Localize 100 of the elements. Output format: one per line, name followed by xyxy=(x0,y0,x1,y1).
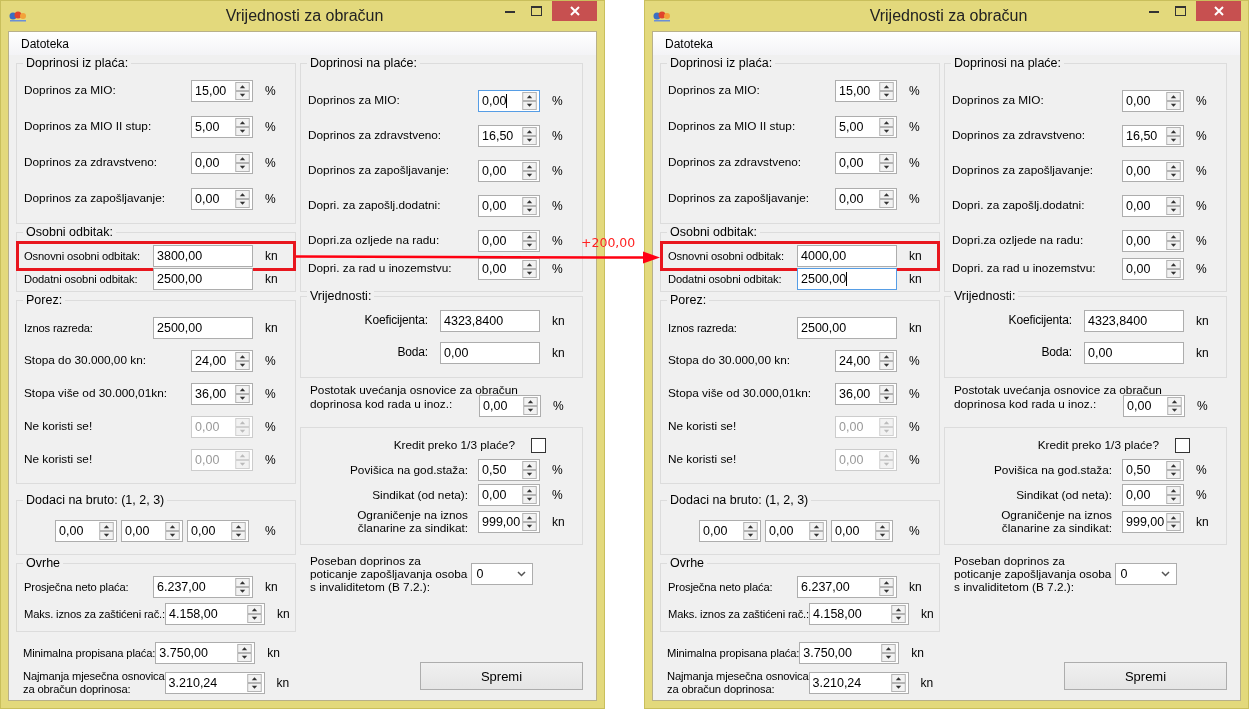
up-down-arrows-icon[interactable] xyxy=(522,513,537,532)
spin-field[interactable]: 0,00 xyxy=(1122,160,1184,182)
up-down-arrows-icon[interactable] xyxy=(1166,486,1181,505)
up-down-arrows-icon[interactable] xyxy=(879,190,894,208)
spin-field[interactable]: 0,00 xyxy=(1122,230,1184,252)
spin-field[interactable]: 0,00 xyxy=(765,520,827,542)
spin-field[interactable]: 4.158,00 xyxy=(809,603,909,625)
spin-field[interactable]: 24,00 xyxy=(835,350,897,372)
up-down-arrows-icon[interactable] xyxy=(1166,461,1181,480)
checkbox[interactable] xyxy=(531,437,546,453)
spin-field[interactable]: 0,00 xyxy=(191,188,253,210)
up-down-arrows-icon[interactable] xyxy=(1166,197,1181,215)
up-down-arrows-icon[interactable] xyxy=(522,486,537,505)
spin-field[interactable]: 5,00 xyxy=(835,116,897,138)
spin-field[interactable]: 24,00 xyxy=(191,350,253,372)
spin-field[interactable]: 0,50 xyxy=(1122,459,1184,482)
text-field[interactable]: 0,00 xyxy=(440,342,540,364)
spin-field[interactable]: 3.210,24 xyxy=(808,671,909,694)
up-down-arrows-icon[interactable] xyxy=(1166,162,1181,180)
spin-field[interactable]: 0,50 xyxy=(478,459,540,482)
spin-field[interactable]: 16,50 xyxy=(1122,125,1184,147)
text-field[interactable]: 4323,8400 xyxy=(1084,310,1184,332)
spin-field[interactable]: 0,00 xyxy=(1122,195,1184,217)
spin-field[interactable]: 0,00 xyxy=(478,160,540,182)
up-down-arrows-icon[interactable] xyxy=(237,644,253,662)
spin-field[interactable]: 0,00 xyxy=(831,520,893,542)
up-down-arrows-icon[interactable] xyxy=(522,197,537,215)
dropdown[interactable]: 0 xyxy=(471,563,534,586)
text-field[interactable]: 2500,00 xyxy=(153,317,253,339)
spin-field[interactable]: 0,00 xyxy=(1122,258,1184,280)
spin-field[interactable]: 15,00 xyxy=(191,80,253,102)
menu-item[interactable]: Datoteka xyxy=(15,34,76,53)
spin-field[interactable]: 4.158,00 xyxy=(165,603,265,625)
spin-field[interactable]: 3.750,00 xyxy=(155,642,256,664)
up-down-arrows-icon[interactable] xyxy=(879,82,894,100)
spin-field[interactable]: 0,00 xyxy=(699,520,761,542)
spin-field[interactable]: 0,00 xyxy=(55,520,117,542)
spin-field[interactable]: 0,00 xyxy=(478,258,540,280)
up-down-arrows-icon[interactable] xyxy=(522,260,537,278)
up-down-arrows-icon[interactable] xyxy=(1166,232,1181,250)
up-down-arrows-icon[interactable] xyxy=(1166,260,1181,278)
spin-field[interactable]: 0,00 xyxy=(478,195,540,217)
text-field[interactable]: 0,00 xyxy=(1084,342,1184,364)
text-field[interactable]: 2500,00 xyxy=(153,268,253,290)
up-down-arrows-icon[interactable] xyxy=(890,673,906,692)
up-down-arrows-icon[interactable] xyxy=(1167,397,1182,416)
menu-item[interactable]: Datoteka xyxy=(659,34,720,53)
spin-field[interactable]: 999,00 xyxy=(1122,511,1184,534)
spin-field[interactable]: 16,50 xyxy=(478,125,540,147)
spin-field[interactable]: 999,00 xyxy=(478,511,540,534)
spin-field[interactable]: 0,00 xyxy=(835,152,897,174)
spin-field[interactable]: 3.210,24 xyxy=(164,671,265,694)
close-button[interactable] xyxy=(1196,1,1241,21)
up-down-arrows-icon[interactable] xyxy=(165,522,180,540)
spin-field[interactable]: 3.750,00 xyxy=(799,642,900,664)
text-field[interactable]: 4000,00 xyxy=(797,245,897,267)
up-down-arrows-icon[interactable] xyxy=(879,154,894,172)
spin-field[interactable]: 0,00 xyxy=(187,520,249,542)
spin-field[interactable]: 0,00 xyxy=(478,484,540,507)
close-button[interactable] xyxy=(552,1,597,21)
up-down-arrows-icon[interactable] xyxy=(235,154,250,172)
spin-field[interactable]: 5,00 xyxy=(191,116,253,138)
spin-field[interactable]: 0,00 xyxy=(121,520,183,542)
up-down-arrows-icon[interactable] xyxy=(879,118,894,136)
spin-field[interactable]: 0,00 xyxy=(478,90,540,112)
spin-field[interactable]: 6.237,00 xyxy=(153,576,253,598)
spin-field[interactable]: 0,00 xyxy=(835,188,897,210)
up-down-arrows-icon[interactable] xyxy=(1166,513,1181,532)
up-down-arrows-icon[interactable] xyxy=(1166,127,1181,145)
up-down-arrows-icon[interactable] xyxy=(522,232,537,250)
up-down-arrows-icon[interactable] xyxy=(879,578,894,596)
dropdown[interactable]: 0 xyxy=(1115,563,1178,586)
up-down-arrows-icon[interactable] xyxy=(231,522,246,540)
up-down-arrows-icon[interactable] xyxy=(523,397,538,416)
up-down-arrows-icon[interactable] xyxy=(235,578,250,596)
save-button[interactable]: Spremi xyxy=(1064,662,1227,690)
spin-field[interactable]: 0,00 xyxy=(1122,484,1184,507)
text-field[interactable]: 4323,8400 xyxy=(440,310,540,332)
up-down-arrows-icon[interactable] xyxy=(879,352,894,370)
up-down-arrows-icon[interactable] xyxy=(235,385,250,403)
up-down-arrows-icon[interactable] xyxy=(881,644,897,662)
up-down-arrows-icon[interactable] xyxy=(235,82,250,100)
spin-field[interactable]: 6.237,00 xyxy=(797,576,897,598)
up-down-arrows-icon[interactable] xyxy=(809,522,824,540)
up-down-arrows-icon[interactable] xyxy=(235,118,250,136)
text-field[interactable]: 2500,00 xyxy=(797,317,897,339)
spin-field[interactable]: 0,00 xyxy=(479,395,541,418)
up-down-arrows-icon[interactable] xyxy=(235,190,250,208)
up-down-arrows-icon[interactable] xyxy=(891,605,906,623)
up-down-arrows-icon[interactable] xyxy=(99,522,114,540)
spin-field[interactable]: 36,00 xyxy=(835,383,897,405)
up-down-arrows-icon[interactable] xyxy=(522,162,537,180)
spin-field[interactable]: 0,00 xyxy=(1123,395,1185,418)
up-down-arrows-icon[interactable] xyxy=(879,385,894,403)
up-down-arrows-icon[interactable] xyxy=(743,522,758,540)
spin-field[interactable]: 15,00 xyxy=(835,80,897,102)
up-down-arrows-icon[interactable] xyxy=(875,522,890,540)
up-down-arrows-icon[interactable] xyxy=(1166,92,1181,110)
checkbox[interactable] xyxy=(1175,437,1190,453)
save-button[interactable]: Spremi xyxy=(420,662,583,690)
